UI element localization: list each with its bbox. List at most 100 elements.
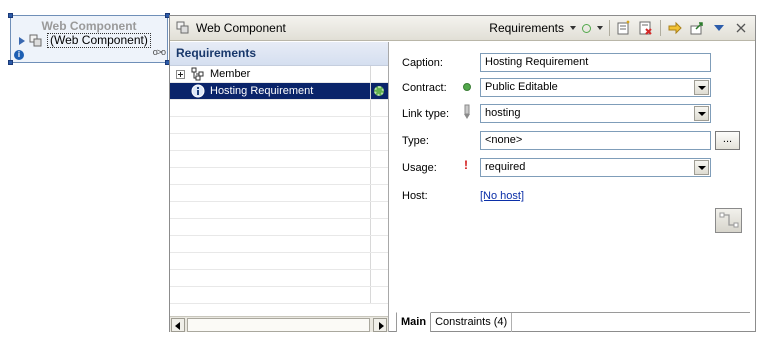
usage-value: required [485, 161, 526, 173]
connector-icon [719, 212, 739, 228]
scroll-right-button[interactable] [373, 318, 387, 332]
empty-row [170, 117, 388, 134]
properties-view: Web Component Requirements Requirements … [169, 15, 756, 332]
node-label[interactable]: (Web Component) [47, 33, 151, 48]
delete-list-icon [639, 21, 652, 35]
web-component-icon [176, 21, 189, 34]
empty-row [170, 270, 388, 287]
view-titlebar: Web Component Requirements [170, 16, 755, 41]
empty-row [170, 236, 388, 253]
column-separator [370, 168, 371, 184]
empty-row [170, 168, 388, 185]
details-form: Caption: Hosting Requirement Contract: P… [390, 42, 756, 332]
requirements-header: Requirements [170, 42, 388, 66]
empty-row [170, 287, 388, 304]
chevron-down-icon[interactable] [694, 80, 709, 95]
empty-row [170, 202, 388, 219]
set-host-button[interactable] [715, 208, 742, 233]
empty-row [170, 185, 388, 202]
type-input[interactable]: <none> [480, 131, 711, 150]
delete-requirement-button[interactable] [638, 20, 654, 36]
green-dot-icon [463, 83, 471, 91]
close-view-button[interactable] [733, 20, 749, 36]
requirements-panel: Requirements Member Hosting Requirement [170, 42, 389, 332]
column-separator [370, 236, 371, 252]
column-separator [370, 83, 371, 99]
link-type-value: hosting [485, 107, 521, 119]
info-icon[interactable]: i [14, 50, 24, 60]
empty-row [170, 100, 388, 117]
add-requirement-button[interactable] [616, 20, 632, 36]
column-separator [370, 253, 371, 269]
selection-handle-top-left[interactable] [8, 13, 13, 18]
usage-label: Usage: [402, 162, 437, 174]
link-type-select[interactable]: hosting [480, 104, 711, 123]
property-tabs: Main Constraints (4) [396, 312, 750, 332]
contract-select[interactable]: Public Editable [480, 78, 711, 97]
tree-row-hosting-requirement[interactable]: Hosting Requirement [170, 83, 388, 100]
tree-row-member[interactable]: Member [170, 66, 388, 83]
connector-port-icon[interactable]: o>o [153, 47, 166, 57]
status-gear-icon [374, 86, 384, 96]
view-menu-button[interactable] [711, 20, 727, 36]
tab-constraints[interactable]: Constraints (4) [431, 313, 513, 332]
column-separator [370, 66, 371, 82]
web-component-node[interactable]: Web Component (Web Component) i o>o [8, 13, 170, 65]
forward-button[interactable] [667, 20, 683, 36]
close-icon [736, 23, 746, 33]
empty-row [170, 219, 388, 236]
empty-row [170, 134, 388, 151]
contract-value: Public Editable [485, 81, 558, 93]
contract-label: Contract: [402, 82, 447, 94]
browse-type-button[interactable]: ... [715, 131, 740, 150]
chevron-down-icon[interactable] [694, 106, 709, 121]
arrow-left-icon [175, 322, 180, 330]
column-separator [370, 202, 371, 218]
triangle-down-icon [714, 25, 724, 31]
usage-select[interactable]: required [480, 158, 711, 177]
column-separator [370, 151, 371, 167]
add-list-icon [617, 20, 630, 35]
expand-plus-icon[interactable] [176, 69, 185, 79]
column-separator [370, 100, 371, 116]
chevron-down-icon[interactable] [694, 160, 709, 175]
member-tree-icon [191, 67, 204, 81]
expand-arrow-icon[interactable] [19, 36, 25, 45]
empty-row [170, 151, 388, 168]
link-type-label: Link type: [402, 108, 450, 120]
chevron-down-icon[interactable] [597, 26, 603, 30]
column-separator [370, 219, 371, 235]
status-circle-icon[interactable] [582, 23, 591, 33]
horizontal-scrollbar[interactable] [170, 316, 388, 332]
tab-main[interactable]: Main [396, 312, 432, 332]
info-icon [191, 84, 205, 98]
scroll-left-button[interactable] [171, 318, 185, 332]
empty-row [170, 253, 388, 270]
chevron-down-icon[interactable] [570, 26, 576, 30]
web-component-icon [29, 34, 42, 46]
host-link[interactable]: [No host] [480, 190, 524, 202]
column-separator [370, 287, 371, 303]
caption-label: Caption: [402, 57, 443, 69]
arrow-right-icon [668, 21, 682, 35]
column-separator [370, 185, 371, 201]
selection-handle-bottom-left[interactable] [8, 60, 13, 65]
column-separator [370, 270, 371, 286]
export-button[interactable] [689, 20, 705, 36]
column-separator [370, 117, 371, 133]
view-title: Web Component [196, 21, 286, 35]
arrow-right-icon [379, 322, 384, 330]
host-label: Host: [402, 190, 428, 202]
required-warning-icon: ! [464, 158, 468, 172]
export-icon [690, 22, 703, 35]
toolbar-separator [609, 20, 610, 36]
requirements-filter-dropdown[interactable]: Requirements [489, 21, 564, 35]
node-title: Web Component [41, 19, 137, 33]
type-label: Type: [402, 135, 429, 147]
caption-input[interactable]: Hosting Requirement [480, 53, 711, 72]
tree-row-label: Member [210, 68, 251, 80]
tree-row-label: Hosting Requirement [210, 85, 314, 97]
link-arrow-icon [464, 104, 470, 119]
column-separator [370, 134, 371, 150]
scroll-thumb[interactable] [187, 318, 370, 332]
